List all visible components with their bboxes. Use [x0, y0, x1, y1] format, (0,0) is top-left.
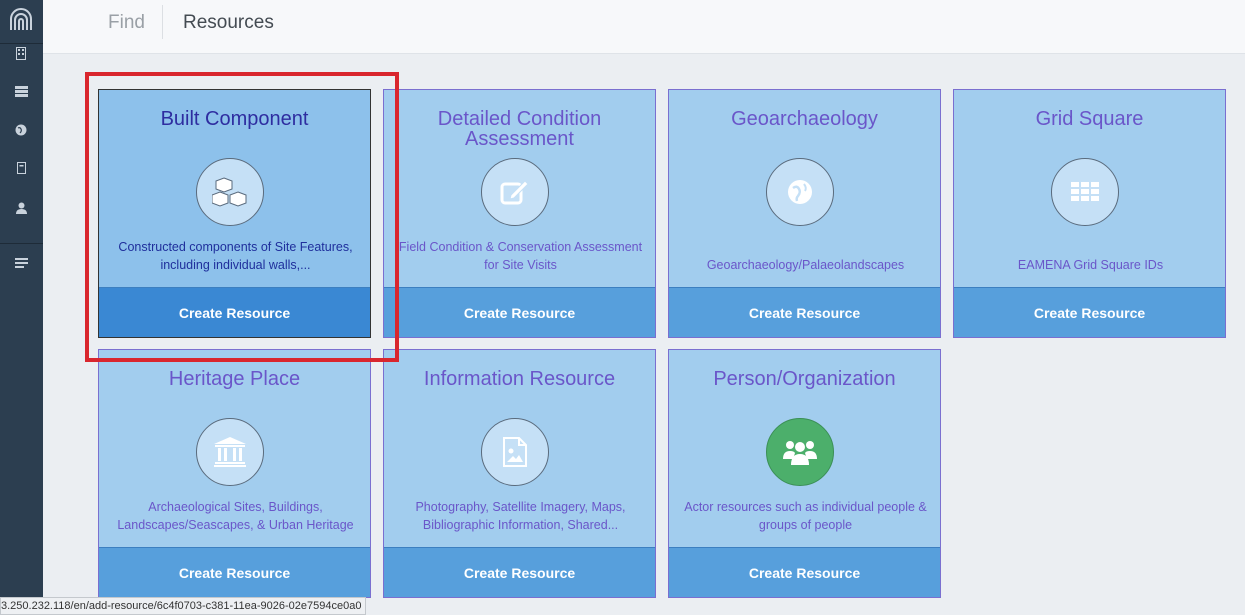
resource-card-geoarchaeology[interactable]: Geoarchaeology Geoarchaeology/Palaeoland… [668, 89, 941, 338]
card-title: Geoarchaeology [731, 108, 878, 130]
card-title: Detailed Condition Assessment [437, 108, 602, 150]
highlight-box [85, 72, 399, 362]
menu-icon[interactable] [11, 255, 31, 271]
building-icon[interactable] [11, 45, 31, 61]
users-icon [766, 418, 834, 486]
globe-icon [766, 158, 834, 226]
card-description: Geoarchaeology/Palaeolandscapes [706, 258, 905, 272]
resources-tab[interactable]: Resources [183, 12, 274, 34]
find-tab[interactable]: Find [108, 12, 145, 34]
list-icon[interactable] [11, 83, 31, 99]
create-resource-button[interactable]: Create Resource [954, 287, 1225, 337]
bookmark-icon[interactable] [11, 160, 31, 176]
create-resource-button[interactable]: Create Resource [669, 547, 940, 597]
card-title: Information Resource [423, 368, 616, 390]
resource-card-person-organization[interactable]: Person/Organization Actor resources such… [668, 349, 941, 598]
topbar-divider [162, 5, 163, 39]
top-bar: Find Resources [43, 0, 1245, 54]
resource-card-heritage-place[interactable]: Heritage Place Archaeological Sites, Bui… [98, 349, 371, 598]
card-description: Field Condition & Conservation Assessmen… [398, 240, 643, 272]
logo-icon[interactable] [6, 6, 36, 36]
card-description: Photography, Satellite Imagery, Maps, Bi… [415, 500, 626, 532]
create-resource-button[interactable]: Create Resource [99, 547, 370, 597]
resource-card-grid-square[interactable]: Grid Square EAMENA Grid Square IDs Creat… [953, 89, 1226, 338]
create-resource-button[interactable]: Create Resource [384, 287, 655, 337]
sidebar [0, 0, 43, 615]
resource-card-information-resource[interactable]: Information Resource Photography, Satell… [383, 349, 656, 598]
status-bar-url: 3.250.232.118/en/add-resource/6c4f0703-c… [0, 597, 367, 615]
card-description: EAMENA Grid Square IDs [1017, 258, 1164, 272]
create-resource-button[interactable]: Create Resource [669, 287, 940, 337]
globe-icon[interactable] [11, 122, 31, 138]
card-description: Actor resources such as individual peopl… [684, 500, 927, 532]
image-file-icon [481, 418, 549, 486]
card-title: Heritage Place [168, 368, 301, 390]
institution-icon [196, 418, 264, 486]
grid-icon [1051, 158, 1119, 226]
user-icon[interactable] [11, 200, 31, 216]
card-title: Person/Organization [713, 368, 896, 390]
sidebar-divider [0, 243, 43, 244]
create-resource-button[interactable]: Create Resource [384, 547, 655, 597]
card-description: Archaeological Sites, Buildings, Landsca… [117, 500, 354, 532]
card-title: Grid Square [1035, 108, 1144, 130]
edit-icon [481, 158, 549, 226]
sidebar-divider [0, 43, 43, 44]
resource-card-detailed-condition-assessment[interactable]: Detailed Condition Assessment Field Cond… [383, 89, 656, 338]
